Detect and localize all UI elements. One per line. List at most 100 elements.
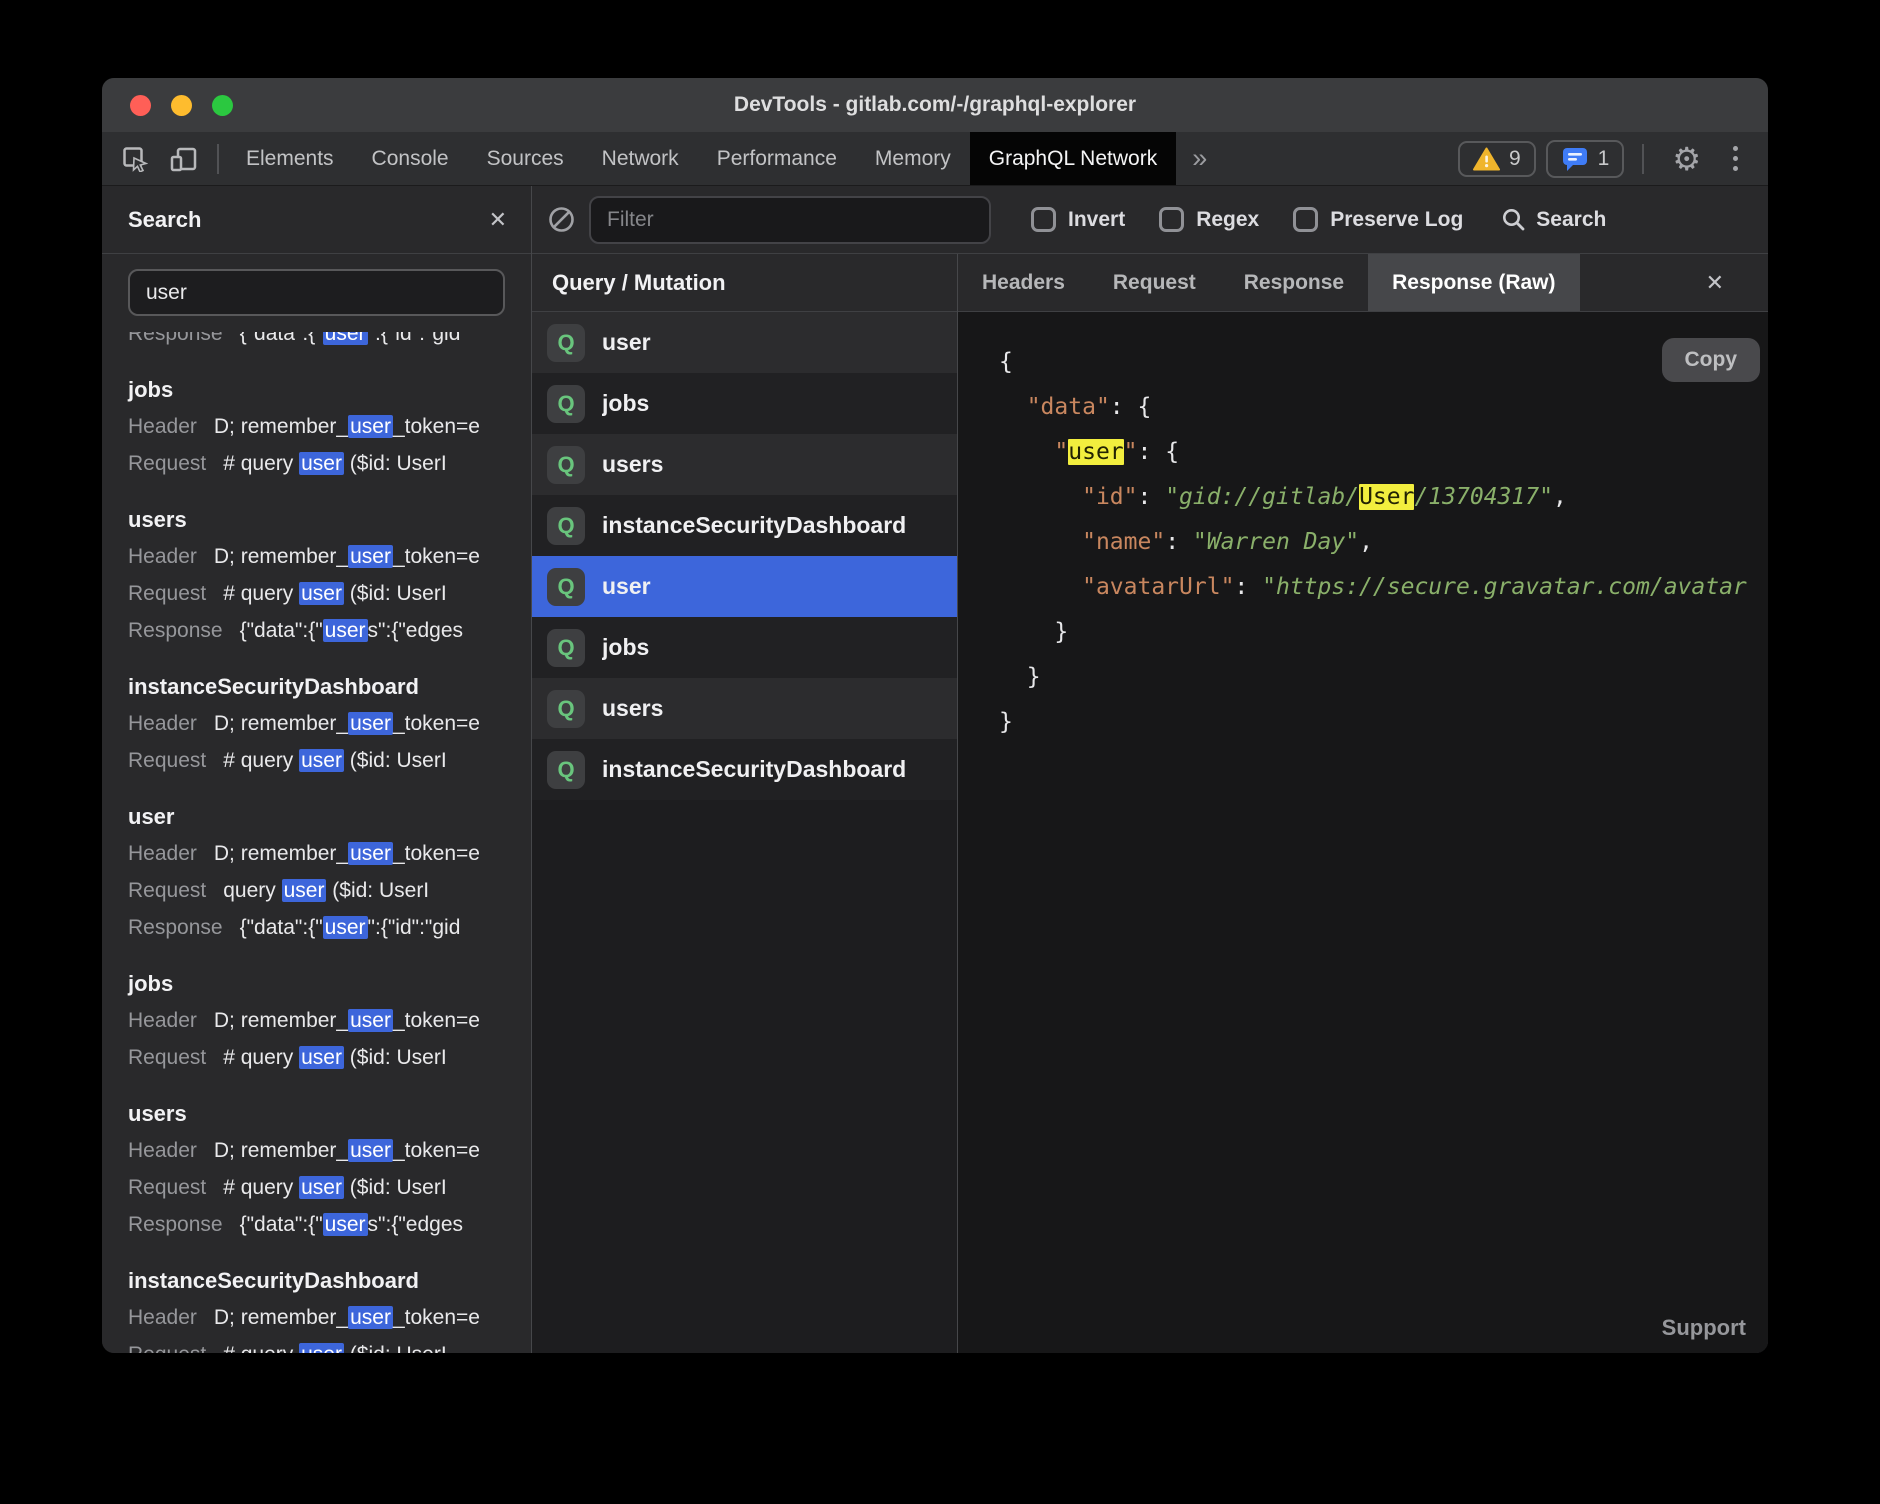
- checkbox-regex[interactable]: Regex: [1159, 207, 1259, 232]
- search-result-section: instanceSecurityDashboardHeaderD; rememb…: [128, 1262, 531, 1353]
- checkbox-label: Regex: [1196, 208, 1259, 232]
- json-line: {: [999, 340, 1768, 385]
- support-link[interactable]: Support: [1662, 1315, 1746, 1341]
- query-name: user: [602, 329, 651, 356]
- close-detail-icon[interactable]: ✕: [1706, 254, 1744, 311]
- query-name: jobs: [602, 390, 649, 417]
- json-line: "user": {: [999, 430, 1768, 475]
- tab-sources[interactable]: Sources: [468, 132, 583, 185]
- query-list-item[interactable]: QinstanceSecurityDashboard: [532, 739, 957, 800]
- detail-tab-headers[interactable]: Headers: [958, 254, 1089, 311]
- search-result-line[interactable]: Response {"data":{"user":{"id":"gid: [128, 909, 531, 946]
- match-highlight: user: [323, 916, 368, 939]
- search-result-section: jobsHeaderD; remember_user_token=eReques…: [128, 371, 531, 482]
- tab-memory[interactable]: Memory: [856, 132, 970, 185]
- result-kind-label: Request: [128, 879, 206, 902]
- network-columns: Query / Mutation QuserQjobsQusersQinstan…: [532, 254, 1768, 1353]
- search-result-line[interactable]: Response{"data":{"user":{"id":"gid: [128, 332, 531, 352]
- query-type-icon: Q: [547, 507, 585, 545]
- search-result-line[interactable]: Request# query user ($id: UserI: [128, 575, 531, 612]
- match-highlight: user: [348, 1009, 393, 1032]
- checkbox-invert[interactable]: Invert: [1031, 207, 1125, 232]
- toolbar-checkboxes: Invert Regex Preserve Log: [1031, 207, 1463, 232]
- result-text: D; remember_user_token=e: [214, 1009, 480, 1032]
- main-tabs: ElementsConsoleSourcesNetworkPerformance…: [227, 132, 1176, 185]
- search-result-section-title: users: [128, 501, 531, 538]
- search-result-line[interactable]: HeaderD; remember_user_token=e: [128, 835, 531, 872]
- detail-tab-response[interactable]: Response: [1220, 254, 1368, 311]
- messages-badge[interactable]: 1: [1546, 140, 1625, 178]
- result-kind-label: Header: [128, 842, 197, 865]
- toolbar-search[interactable]: Search: [1501, 207, 1606, 232]
- tab-network[interactable]: Network: [583, 132, 698, 185]
- result-kind-label: Header: [128, 1009, 197, 1032]
- search-input[interactable]: [128, 269, 505, 316]
- search-result-line[interactable]: Response{"data":{"users":{"edges: [128, 1206, 531, 1243]
- detail-tabbar: HeadersRequestResponseResponse (Raw) ✕: [958, 254, 1768, 312]
- search-result-section-title: users: [128, 1095, 531, 1132]
- detail-tab-request[interactable]: Request: [1089, 254, 1220, 311]
- search-result-line[interactable]: HeaderD; remember_user_token=e: [128, 408, 531, 445]
- search-result-line[interactable]: Requestquery user ($id: UserI: [128, 872, 531, 909]
- query-type-icon: Q: [547, 629, 585, 667]
- search-result-line[interactable]: Response{"data":{"users":{"edges: [128, 612, 531, 649]
- checkbox-box-icon: [1159, 207, 1184, 232]
- query-list-item[interactable]: Quser: [532, 312, 957, 373]
- devtools-tabbar: ElementsConsoleSourcesNetworkPerformance…: [102, 132, 1768, 186]
- search-result-section-title: instanceSecurityDashboard: [128, 668, 531, 705]
- search-panel-header: Search ✕: [102, 186, 531, 254]
- tab-performance[interactable]: Performance: [698, 132, 856, 185]
- search-result-line[interactable]: Header D; remember_user_token=e: [128, 1002, 531, 1039]
- result-kind-label: Request: [128, 1343, 206, 1353]
- query-type-icon: Q: [547, 324, 585, 362]
- inspect-element-icon[interactable]: [102, 132, 159, 185]
- filter-input[interactable]: [589, 196, 991, 244]
- search-panel: Search ✕ Response {"data":{"user":{"id":"…: [102, 186, 532, 1353]
- tab-console[interactable]: Console: [353, 132, 468, 185]
- query-list-item[interactable]: QinstanceSecurityDashboard: [532, 495, 957, 556]
- tab-graphql-network[interactable]: GraphQL Network: [970, 132, 1176, 185]
- search-result-line[interactable]: Request# query user ($id: UserI: [128, 1169, 531, 1206]
- warning-icon: [1473, 147, 1500, 171]
- search-result-line[interactable]: HeaderD; remember_user_token=e: [128, 1299, 531, 1336]
- settings-gear-icon[interactable]: ⚙: [1662, 143, 1711, 175]
- warnings-badge[interactable]: 9: [1458, 141, 1536, 177]
- query-list-item[interactable]: Qusers: [532, 434, 957, 495]
- network-area: InvertRegexPreserve Log Search Query / M…: [532, 186, 1768, 1353]
- search-result-section-title: user: [128, 798, 531, 835]
- close-search-panel-icon[interactable]: ✕: [489, 207, 507, 233]
- match-highlight: user: [348, 1139, 393, 1162]
- match-highlight: user: [1068, 439, 1123, 465]
- query-list-item[interactable]: Quser: [532, 556, 957, 617]
- search-result-line[interactable]: Request# query user ($id: UserI: [128, 1336, 531, 1353]
- result-kind-label: Header: [128, 712, 197, 735]
- json-line: "id": "gid://gitlab/User/13704317",: [999, 475, 1768, 520]
- result-kind-label: Request: [128, 1046, 206, 1069]
- result-text: D; remember_user_token=e: [214, 415, 480, 438]
- search-result-line[interactable]: Request # query user ($id: UserI: [128, 445, 531, 482]
- kebab-menu-icon[interactable]: [1721, 146, 1750, 171]
- search-result-section-title: jobs: [128, 371, 531, 408]
- search-result-line[interactable]: HeaderD; remember_user_token=e: [128, 705, 531, 742]
- search-result-line[interactable]: HeaderD; remember_user_token=e: [128, 538, 531, 575]
- toolbar-search-label: Search: [1536, 208, 1606, 232]
- search-result-line[interactable]: Request# query user ($id: UserI: [128, 742, 531, 779]
- query-list-item[interactable]: Qusers: [532, 678, 957, 739]
- result-text: {"data":{"user":{"id":"gid: [240, 916, 461, 939]
- detail-tab-response-raw[interactable]: Response (Raw): [1368, 254, 1579, 311]
- match-highlight: user: [348, 545, 393, 568]
- checkbox-box-icon: [1031, 207, 1056, 232]
- result-kind-label: Request: [128, 452, 206, 475]
- result-text: # query user ($id: UserI: [223, 452, 446, 475]
- device-toolbar-icon[interactable]: [159, 132, 209, 185]
- copy-button[interactable]: Copy: [1662, 338, 1761, 382]
- checkbox-preserve-log[interactable]: Preserve Log: [1293, 207, 1463, 232]
- search-result-line[interactable]: Request# query user ($id: UserI: [128, 1039, 531, 1076]
- tab-elements[interactable]: Elements: [227, 132, 353, 185]
- query-list-item[interactable]: Qjobs: [532, 617, 957, 678]
- search-result-line[interactable]: HeaderD; remember_user_token=e: [128, 1132, 531, 1169]
- query-list-item[interactable]: Qjobs: [532, 373, 957, 434]
- result-kind-label: Response: [128, 916, 223, 939]
- more-tabs-icon[interactable]: »: [1176, 132, 1223, 185]
- clear-icon[interactable]: [532, 206, 589, 233]
